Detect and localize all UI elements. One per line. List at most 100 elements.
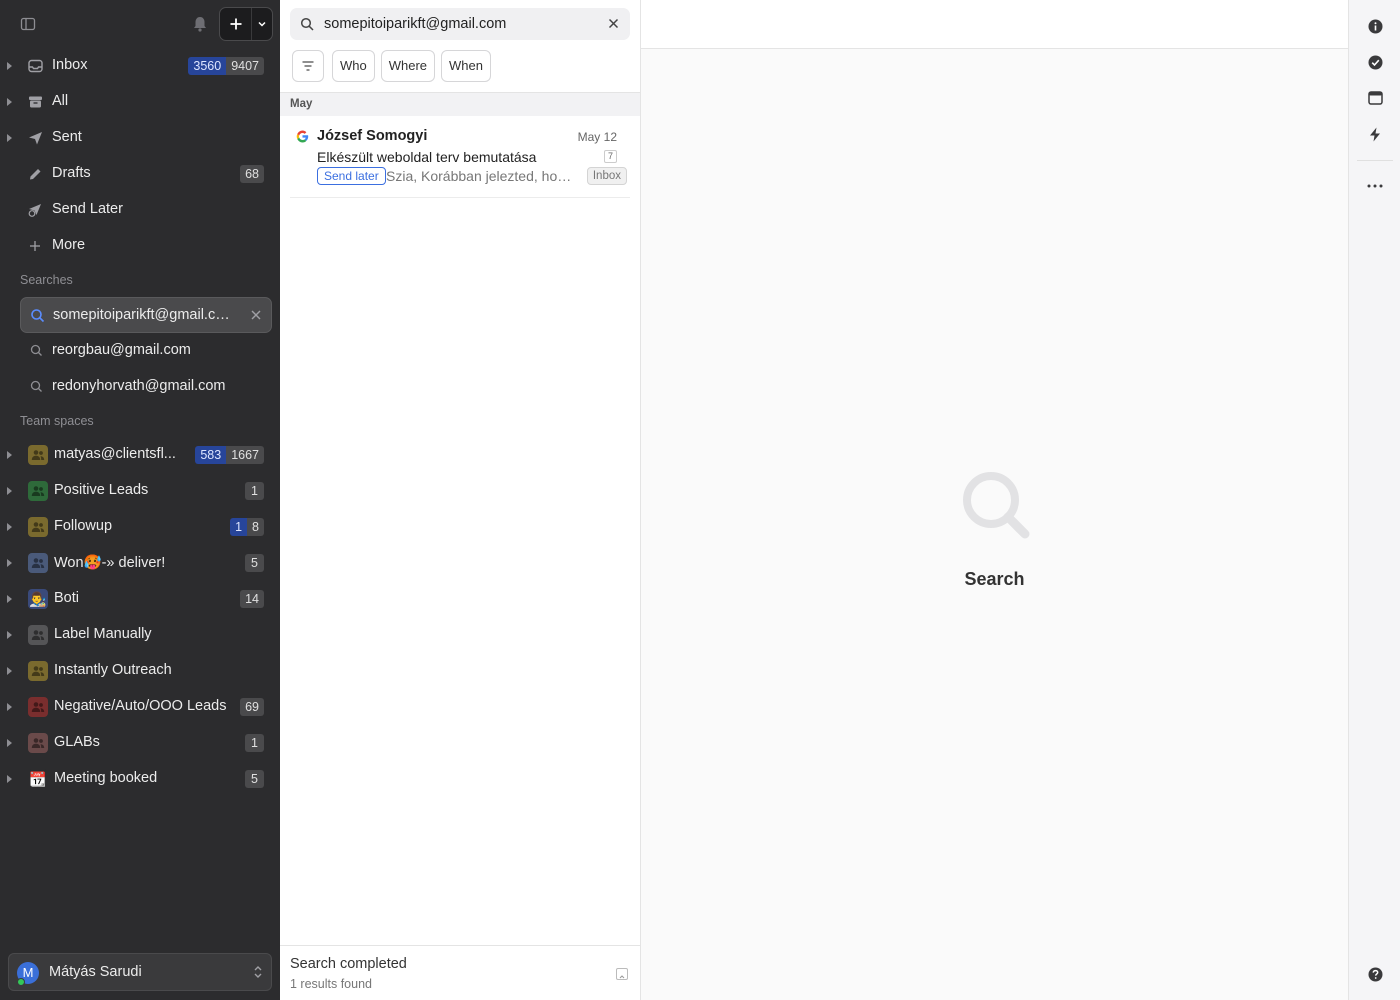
tasks-button[interactable] <box>1366 53 1384 71</box>
team-space-item[interactable]: matyas@clientsfl... 583 1667 <box>0 437 280 473</box>
thread-count: 7 <box>604 150 617 163</box>
search-query[interactable]: somepitoiparikft@gmail.com <box>324 16 506 32</box>
search-icon <box>963 472 1030 539</box>
filter-when-button[interactable]: When <box>441 50 491 82</box>
team-space-item[interactable]: GLABs 1 <box>0 725 280 761</box>
right-rail <box>1348 0 1400 1000</box>
search-input[interactable]: somepitoiparikft@gmail.com <box>290 8 630 40</box>
more-button[interactable] <box>1366 177 1384 195</box>
search-icon <box>30 380 42 392</box>
nav-item-drafts[interactable]: Drafts 68 <box>0 156 280 192</box>
count-badge: 3560 9407 <box>188 57 264 75</box>
expand-caret-icon[interactable] <box>7 703 12 711</box>
count-badge: 1 <box>245 482 264 500</box>
sidebar: Inbox 3560 9407 All Sent Drafts 68 Send … <box>0 0 280 1000</box>
reading-pane: Search <box>641 0 1348 1000</box>
saved-search[interactable]: redonyhorvath@gmail.com <box>20 369 272 405</box>
filter-button[interactable] <box>292 50 324 82</box>
team-space-item[interactable]: Followup 1 8 <box>0 509 280 545</box>
team-space-item[interactable]: 👨‍🎨 Boti 14 <box>0 581 280 617</box>
unread-count: 3560 <box>188 57 227 75</box>
nav-item-more[interactable]: More <box>0 228 280 264</box>
team-avatar-icon <box>28 553 48 573</box>
team-avatar-icon <box>28 625 48 645</box>
filter-who-button[interactable]: Who <box>332 50 375 82</box>
bell-icon[interactable] <box>191 15 209 33</box>
folder-tag[interactable]: Inbox <box>586 167 627 185</box>
saved-search-label: somepitoiparikft@gmail.com <box>53 307 231 323</box>
automations-button[interactable] <box>1366 125 1384 143</box>
nav-item-sent[interactable]: Sent <box>0 120 280 156</box>
clear-search-icon[interactable] <box>608 18 619 29</box>
team-space-item[interactable]: Instantly Outreach <box>0 653 280 689</box>
nav-label: Inbox <box>52 57 88 73</box>
sidebar-top <box>0 0 280 48</box>
expand-caret-icon[interactable] <box>7 98 12 106</box>
message-list-pane: somepitoiparikft@gmail.com Who Where Whe… <box>280 0 641 1000</box>
compose-options-button[interactable] <box>252 8 272 40</box>
nav-item-send-later[interactable]: Send Later <box>0 192 280 228</box>
saved-search[interactable]: reorgbau@gmail.com <box>20 333 272 369</box>
expand-caret-icon[interactable] <box>7 667 12 675</box>
filter-where-button[interactable]: Where <box>380 50 436 82</box>
nav-item-all[interactable]: All <box>0 84 280 120</box>
team-space-item[interactable]: Positive Leads 1 <box>0 473 280 509</box>
team-space-label: Followup <box>54 518 113 534</box>
team-avatar-icon <box>28 733 48 753</box>
nav-item-inbox[interactable]: Inbox 3560 9407 <box>0 48 280 84</box>
empty-state-label: Search <box>964 569 1025 589</box>
unread-count: 1 <box>230 518 248 536</box>
expand-caret-icon[interactable] <box>7 631 12 639</box>
plus-icon <box>230 18 241 30</box>
send-later-icon <box>27 202 43 218</box>
team-spaces-section-title: Team spaces <box>20 414 94 428</box>
message-sender: József Somogyi <box>317 128 428 144</box>
count-badge: 68 <box>240 165 264 183</box>
chevron-up-down-icon <box>254 966 262 978</box>
inbox-icon <box>27 58 43 74</box>
team-avatar-icon <box>28 661 48 681</box>
expand-caret-icon[interactable] <box>7 523 12 531</box>
expand-caret-icon[interactable] <box>7 775 12 783</box>
saved-search-active[interactable]: somepitoiparikft@gmail.com <box>20 297 272 333</box>
team-space-item[interactable]: Negative/Auto/OOO Leads 69 <box>0 689 280 725</box>
info-button[interactable] <box>1366 17 1384 35</box>
search-status-footer: Search completed 1 results found <box>280 945 640 1000</box>
nav-label: Drafts <box>52 165 91 181</box>
help-icon <box>1368 967 1382 981</box>
plus-icon <box>27 238 43 254</box>
sidebar-toggle-icon[interactable] <box>20 16 36 32</box>
expand-caret-icon[interactable] <box>7 559 12 567</box>
expand-caret-icon[interactable] <box>7 62 12 70</box>
saved-search-label: redonyhorvath@gmail.com <box>52 378 226 394</box>
searches-section-title: Searches <box>20 273 73 287</box>
team-space-item[interactable]: 📆 Meeting booked 5 <box>0 761 280 797</box>
close-icon[interactable] <box>250 309 262 321</box>
team-avatar-icon <box>28 517 48 537</box>
expand-caret-icon[interactable] <box>7 595 12 603</box>
team-avatar-icon <box>28 481 48 501</box>
collapse-footer-icon[interactable] <box>616 968 628 980</box>
expand-caret-icon[interactable] <box>7 451 12 459</box>
expand-caret-icon[interactable] <box>7 487 12 495</box>
check-circle-icon <box>1368 55 1382 69</box>
online-status-dot <box>17 978 25 986</box>
team-avatar-icon: 👨‍🎨 <box>28 589 48 609</box>
help-button[interactable] <box>1366 965 1384 983</box>
total-count: 9407 <box>226 57 264 75</box>
saved-search-label: reorgbau@gmail.com <box>52 342 191 358</box>
team-avatar-icon <box>28 445 48 465</box>
team-space-item[interactable]: Label Manually <box>0 617 280 653</box>
date-group-header: May <box>280 92 640 116</box>
compose-button-group <box>219 7 273 41</box>
compose-button[interactable] <box>220 8 252 40</box>
send-later-tag: Send later <box>317 167 386 185</box>
search-icon <box>30 344 42 356</box>
list-item[interactable]: József Somogyi May 12 Elkészült weboldal… <box>290 118 630 198</box>
expand-caret-icon[interactable] <box>7 739 12 747</box>
account-switcher[interactable]: M Mátyás Sarudi <box>8 953 272 991</box>
expand-caret-icon[interactable] <box>7 134 12 142</box>
team-space-item[interactable]: Won🥵-» deliver! 5 <box>0 545 280 581</box>
calendar-button[interactable] <box>1366 89 1384 107</box>
google-icon <box>296 130 309 143</box>
